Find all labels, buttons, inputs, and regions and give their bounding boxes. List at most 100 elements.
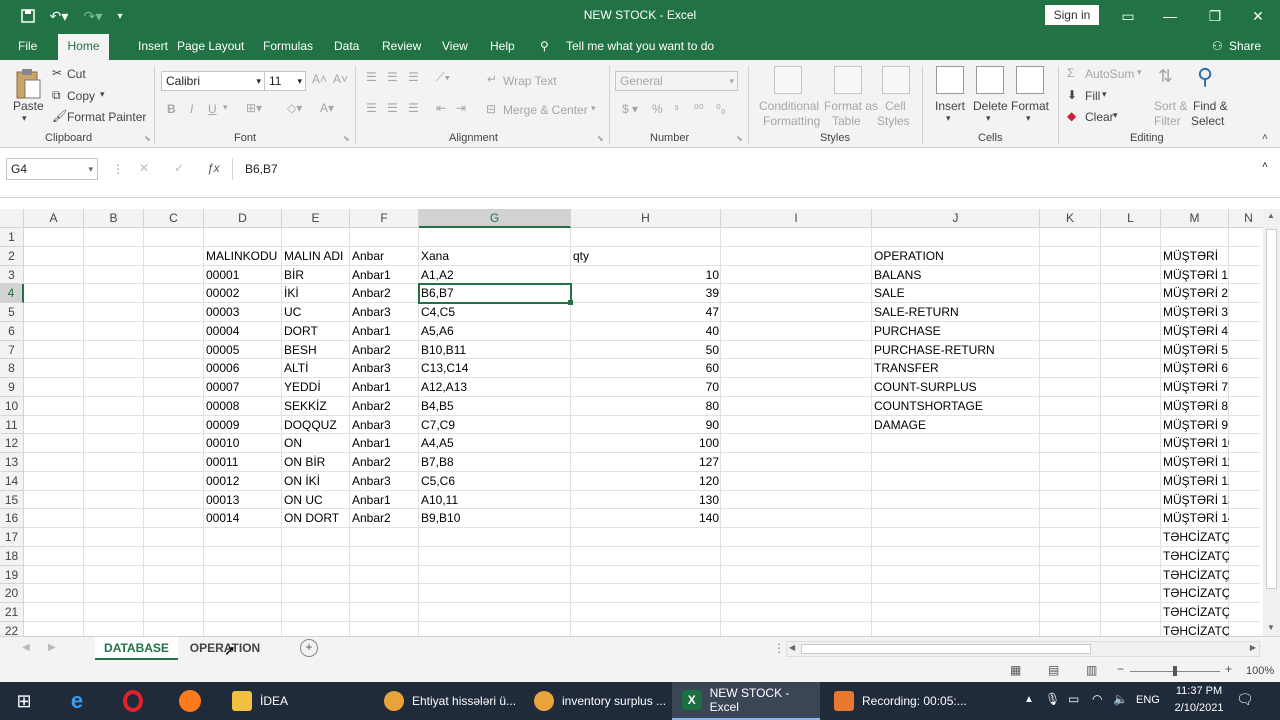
table-cell-qty[interactable]: 90 (571, 416, 721, 435)
table-cell-xana[interactable]: B10,B11 (419, 341, 571, 360)
delete-dropdown-icon[interactable]: ▾ (986, 113, 991, 124)
table-cell-qty[interactable]: 130 (571, 491, 721, 510)
currency-icon[interactable]: $ ▾ (622, 102, 638, 116)
table-cell-anbar[interactable]: Anbar2 (350, 284, 419, 303)
conditional-formatting-label[interactable]: Conditional (759, 99, 819, 113)
table-cell-name[interactable]: ON (282, 434, 350, 453)
table-cell-customer[interactable]: MÜŞTƏRİ 2 (1161, 284, 1229, 303)
column-header-k[interactable]: K (1040, 209, 1101, 228)
table-cell-customer[interactable]: MÜŞTƏRİ 3 (1161, 303, 1229, 322)
wifi-icon[interactable]: ◠ (1092, 692, 1102, 706)
table-cell-operation[interactable]: PURCHASE (872, 322, 1040, 341)
table-cell-code[interactable]: 00003 (204, 303, 282, 322)
tab-page-layout[interactable]: Page Layout (177, 39, 244, 53)
table-cell-operation[interactable]: BALANS (872, 266, 1040, 285)
table-cell-anbar[interactable]: Anbar2 (350, 453, 419, 472)
font-size-select[interactable]: 11 ▾ (264, 71, 306, 91)
language-indicator[interactable]: ENG (1136, 694, 1160, 706)
row-header-17[interactable]: 17 (0, 528, 24, 547)
format-as-table-label2[interactable]: Table (832, 114, 861, 128)
paste-icon[interactable] (14, 68, 42, 100)
row-header-15[interactable]: 15 (0, 490, 24, 510)
table-cell-name[interactable]: UC (282, 303, 350, 322)
table-cell-qty[interactable]: 140 (571, 509, 721, 528)
tab-split-handle-icon[interactable]: ⋮ (773, 641, 785, 655)
delete-cells-icon[interactable] (976, 66, 1004, 94)
row-header-22[interactable]: 22 (0, 621, 24, 636)
row-header-4[interactable]: 4 (0, 284, 24, 303)
table-cell-operation[interactable]: PURCHASE-RETURN (872, 341, 1040, 360)
row-header-10[interactable]: 10 (0, 396, 24, 416)
column-header-g[interactable]: G (419, 209, 571, 228)
formula-content[interactable]: B6,B7 (245, 162, 278, 176)
tab-view[interactable]: View (442, 39, 468, 53)
table-cell-operation[interactable]: SALE-RETURN (872, 303, 1040, 322)
sort-filter-label[interactable]: Sort & (1154, 99, 1187, 113)
table-cell-code[interactable]: 00002 (204, 284, 282, 303)
tell-me-search[interactable]: Tell me what you want to do (566, 39, 714, 53)
taskbar-item-excel[interactable]: X NEW STOCK - Excel (672, 682, 820, 720)
row-header-20[interactable]: 20 (0, 584, 24, 603)
sheet-next-icon[interactable]: ▶ (48, 642, 56, 653)
header-cell-xana[interactable]: Xana (419, 247, 571, 266)
font-name-select[interactable]: Calibri ▾ (161, 71, 265, 91)
autosum-dropdown-icon[interactable]: ▾ (1137, 67, 1142, 78)
table-cell-anbar[interactable]: Anbar3 (350, 359, 419, 378)
sign-in-button[interactable]: Sign in (1045, 5, 1099, 25)
table-cell-qty[interactable]: 39 (571, 284, 721, 303)
find-select-label[interactable]: Find & (1193, 99, 1228, 113)
table-cell-qty[interactable]: 50 (571, 341, 721, 360)
table-cell-anbar[interactable]: Anbar2 (350, 397, 419, 416)
column-header-d[interactable]: D (204, 209, 282, 228)
autosum-button[interactable]: AutoSum (1085, 67, 1134, 81)
table-cell-name[interactable]: YEDDİ (282, 378, 350, 397)
taskbar-item-chrome-2[interactable]: inventory surplus ... (522, 682, 668, 720)
normal-view-icon[interactable]: ▦ (1010, 663, 1021, 677)
row-header-8[interactable]: 8 (0, 359, 24, 378)
table-cell-qty[interactable]: 10 (571, 266, 721, 285)
name-box[interactable]: G4 ▾ (6, 158, 98, 180)
battery-icon[interactable]: ▭ (1068, 692, 1079, 706)
table-cell-code[interactable]: 00006 (204, 359, 282, 378)
table-cell-anbar[interactable]: Anbar1 (350, 378, 419, 397)
header-cell-malinkodu[interactable]: MALINKODU (204, 247, 282, 266)
edge-icon[interactable]: e (62, 682, 92, 720)
table-cell-customer[interactable]: MÜŞTƏRİ 14 (1161, 509, 1229, 528)
table-cell-xana[interactable]: B7,B8 (419, 453, 571, 472)
table-cell-operation[interactable]: DAMAGE (872, 416, 1040, 435)
clear-dropdown-icon[interactable]: ▾ (1113, 110, 1118, 121)
comma-icon[interactable]: ⁹ (674, 102, 679, 116)
fill-handle[interactable] (568, 300, 573, 305)
clipboard-launcher-icon[interactable]: ⬊ (144, 134, 151, 143)
number-launcher-icon[interactable]: ⬊ (736, 134, 743, 143)
increase-indent-icon[interactable]: ⇥ (456, 101, 466, 115)
tab-data[interactable]: Data (334, 39, 359, 53)
header-cell-malin-adi[interactable]: MALIN ADI (282, 247, 350, 266)
table-cell-anbar[interactable]: Anbar1 (350, 491, 419, 510)
table-cell-operation[interactable]: TRANSFER (872, 359, 1040, 378)
column-header-h[interactable]: H (571, 209, 721, 228)
wrap-text-button[interactable]: Wrap Text (503, 74, 557, 88)
table-cell-name[interactable]: BİR (282, 266, 350, 285)
sort-filter-icon[interactable]: ⇅ (1158, 66, 1173, 87)
column-header-j[interactable]: J (872, 209, 1040, 228)
firefox-icon[interactable] (175, 682, 205, 720)
copy-dropdown-icon[interactable]: ▾ (100, 89, 105, 100)
row-header-21[interactable]: 21 (0, 603, 24, 622)
format-cells-icon[interactable] (1016, 66, 1044, 94)
table-cell-code[interactable]: 00009 (204, 416, 282, 435)
row-header-2[interactable]: 2 (0, 246, 24, 266)
scroll-down-icon[interactable]: ▼ (1267, 623, 1275, 632)
zoom-out-icon[interactable]: − (1117, 662, 1124, 676)
add-sheet-button[interactable]: + (300, 639, 318, 657)
microphone-icon[interactable]: 🎙 (1045, 692, 1060, 706)
table-cell-anbar[interactable]: Anbar2 (350, 509, 419, 528)
table-cell-name[interactable]: ON DORT (282, 509, 350, 528)
table-cell-customer[interactable]: MÜŞTƏRİ 6 (1161, 359, 1229, 378)
table-cell-name[interactable]: ON UC (282, 491, 350, 510)
table-cell-customer[interactable]: MÜŞTƏRİ 8 (1161, 397, 1229, 416)
italic-icon[interactable]: I (190, 102, 193, 116)
font-launcher-icon[interactable]: ⬊ (343, 134, 350, 143)
table-cell-xana[interactable]: C13,C14 (419, 359, 571, 378)
collapse-ribbon-icon[interactable]: ˄ (1262, 132, 1268, 143)
